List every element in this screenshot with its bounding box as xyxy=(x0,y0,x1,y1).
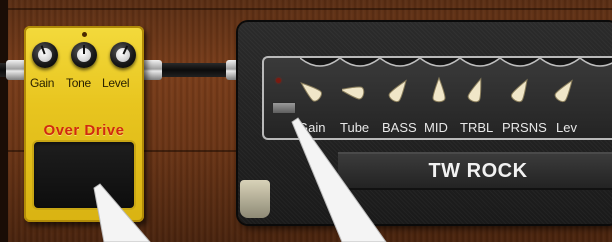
callout-pointers xyxy=(93,117,387,242)
app-scene: Gain Tone Level Over Drive Gain Tube BAS… xyxy=(0,0,612,242)
amp-callout-pointer xyxy=(291,117,387,242)
pedal-callout-pointer xyxy=(93,183,151,242)
